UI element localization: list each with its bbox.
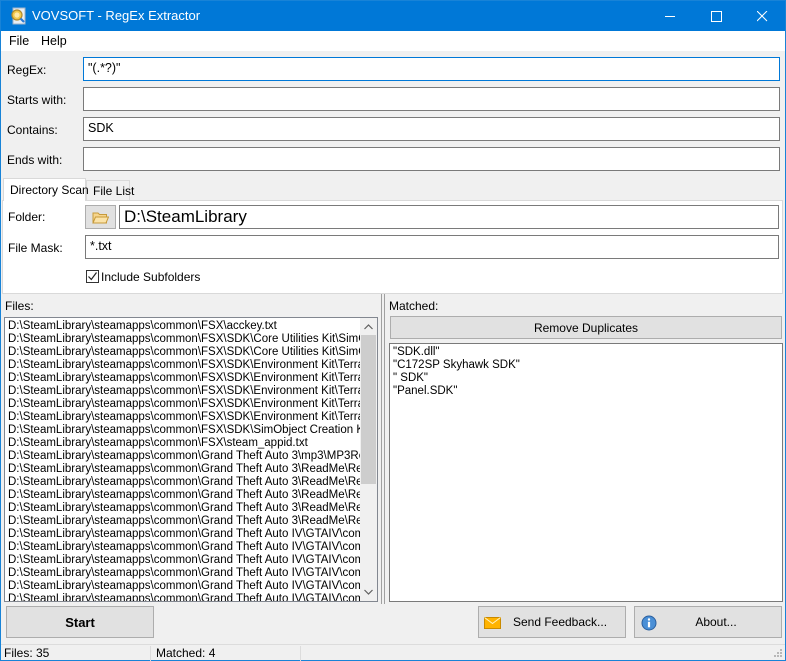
file-list-item[interactable]: D:\SteamLibrary\steamapps\common\FSX\SDK…	[5, 372, 360, 385]
file-mask-input[interactable]: *.txt	[85, 235, 779, 259]
files-listbox[interactable]: D:\SteamLibrary\steamapps\common\FSX\acc…	[4, 317, 378, 602]
starts-with-input[interactable]	[83, 87, 780, 111]
status-matched: Matched: 4	[151, 646, 301, 661]
file-list-item[interactable]: D:\SteamLibrary\steamapps\common\Grand T…	[5, 502, 360, 515]
close-icon	[756, 10, 767, 21]
ends-with-label: Ends with:	[7, 153, 63, 167]
include-subfolders-checkbox[interactable]	[86, 270, 99, 283]
file-list-item[interactable]: D:\SteamLibrary\steamapps\common\FSX\SDK…	[5, 333, 360, 346]
browse-folder-button[interactable]	[85, 205, 116, 229]
matched-item: "C172SP Skyhawk SDK"	[393, 359, 520, 371]
starts-with-label: Starts with:	[7, 93, 67, 107]
about-button[interactable]: About...	[634, 606, 782, 638]
menu-file[interactable]: File	[9, 34, 29, 48]
menu-help[interactable]: Help	[41, 34, 67, 48]
scroll-up-icon[interactable]	[364, 324, 373, 330]
matched-item: "Panel.SDK"	[393, 385, 458, 397]
file-list-item[interactable]: D:\SteamLibrary\steamapps\common\Grand T…	[5, 450, 360, 463]
files-label: Files:	[5, 299, 34, 313]
folder-input[interactable]: D:\SteamLibrary	[119, 205, 779, 229]
directory-scan-panel: Folder: D:\SteamLibrary File Mask: *.txt…	[2, 200, 783, 294]
file-list-item[interactable]: D:\SteamLibrary\steamapps\common\FSX\SDK…	[5, 411, 360, 424]
folder-label: Folder:	[8, 210, 46, 224]
file-list-item[interactable]: D:\SteamLibrary\steamapps\common\FSX\SDK…	[5, 385, 360, 398]
matched-item: "SDK.dll"	[393, 346, 440, 358]
file-list-item[interactable]: D:\SteamLibrary\steamapps\common\FSX\SDK…	[5, 346, 360, 359]
files-list: D:\SteamLibrary\steamapps\common\FSX\acc…	[5, 318, 377, 601]
maximize-button[interactable]	[693, 1, 739, 31]
tab-directory-scan[interactable]: Directory Scan	[3, 178, 89, 201]
matched-textarea[interactable]: "SDK.dll" "C172SP Skyhawk SDK" " SDK" "Pane…	[389, 343, 783, 602]
send-feedback-button[interactable]: Send Feedback...	[478, 606, 626, 638]
title-bar[interactable]: VOVSOFT - RegEx Extractor	[1, 1, 785, 31]
folder-icon	[92, 212, 109, 223]
file-list-item[interactable]: D:\SteamLibrary\steamapps\common\Grand T…	[5, 515, 360, 528]
file-list-item[interactable]: D:\SteamLibrary\steamapps\common\Grand T…	[5, 580, 360, 593]
matched-label: Matched:	[389, 299, 439, 313]
file-list-item[interactable]: D:\SteamLibrary\steamapps\common\Grand T…	[5, 554, 360, 567]
status-bar: Files: 35 Matched: 4	[1, 644, 785, 661]
regex-label: RegEx:	[7, 63, 47, 77]
file-list-item[interactable]: D:\SteamLibrary\steamapps\common\FSX\SDK…	[5, 424, 360, 437]
maximize-icon	[710, 10, 722, 22]
resize-grip-icon[interactable]	[773, 648, 783, 658]
app-window: VOVSOFT - RegEx Extractor File Help RegE…	[0, 0, 786, 661]
tab-file-list[interactable]: File List	[86, 180, 134, 200]
contains-label: Contains:	[7, 123, 58, 137]
about-label: About...	[695, 615, 737, 629]
close-button[interactable]	[739, 1, 785, 31]
file-list-item[interactable]: D:\SteamLibrary\steamapps\common\Grand T…	[5, 476, 360, 489]
file-list-item[interactable]: D:\SteamLibrary\steamapps\common\FSX\ste…	[5, 437, 360, 450]
ends-with-input[interactable]	[83, 147, 780, 171]
file-list-item[interactable]: D:\SteamLibrary\steamapps\common\Grand T…	[5, 489, 360, 502]
file-list-item[interactable]: D:\SteamLibrary\steamapps\common\Grand T…	[5, 463, 360, 476]
window-title: VOVSOFT - RegEx Extractor	[32, 8, 201, 23]
send-feedback-label: Send Feedback...	[512, 615, 608, 629]
regex-input[interactable]: "(.*?)"	[83, 57, 780, 81]
app-logo-icon	[10, 7, 27, 25]
matched-list: "SDK.dll" "C172SP Skyhawk SDK" " SDK" "Pane…	[390, 344, 782, 398]
files-scrollbar[interactable]	[360, 318, 377, 601]
panel-splitter[interactable]	[381, 294, 385, 604]
minimize-icon	[664, 15, 675, 17]
file-list-item[interactable]: D:\SteamLibrary\steamapps\common\FSX\SDK…	[5, 398, 360, 411]
file-list-item[interactable]: D:\SteamLibrary\steamapps\common\FSX\SDK…	[5, 359, 360, 372]
matched-item: " SDK"	[393, 372, 429, 384]
files-scroll-thumb[interactable]	[361, 335, 376, 485]
envelope-icon	[484, 617, 501, 629]
menu-bar: File Help	[1, 31, 785, 51]
file-list-item[interactable]: D:\SteamLibrary\steamapps\common\Grand T…	[5, 593, 360, 601]
include-subfolders-label[interactable]: Include Subfolders	[101, 270, 200, 284]
remove-duplicates-button[interactable]: Remove Duplicates	[390, 316, 782, 339]
file-list-item[interactable]: D:\SteamLibrary\steamapps\common\FSX\acc…	[5, 320, 360, 333]
file-list-item[interactable]: D:\SteamLibrary\steamapps\common\Grand T…	[5, 528, 360, 541]
start-button[interactable]: Start	[6, 606, 154, 638]
file-list-item[interactable]: D:\SteamLibrary\steamapps\common\Grand T…	[5, 567, 360, 580]
minimize-button[interactable]	[647, 1, 693, 31]
checkmark-icon	[88, 272, 97, 281]
scroll-down-icon[interactable]	[364, 589, 373, 595]
info-icon	[641, 615, 657, 631]
contains-input[interactable]: SDK	[83, 117, 780, 141]
file-mask-label: File Mask:	[8, 241, 63, 255]
status-files: Files: 35	[1, 646, 151, 661]
file-list-item[interactable]: D:\SteamLibrary\steamapps\common\Grand T…	[5, 541, 360, 554]
